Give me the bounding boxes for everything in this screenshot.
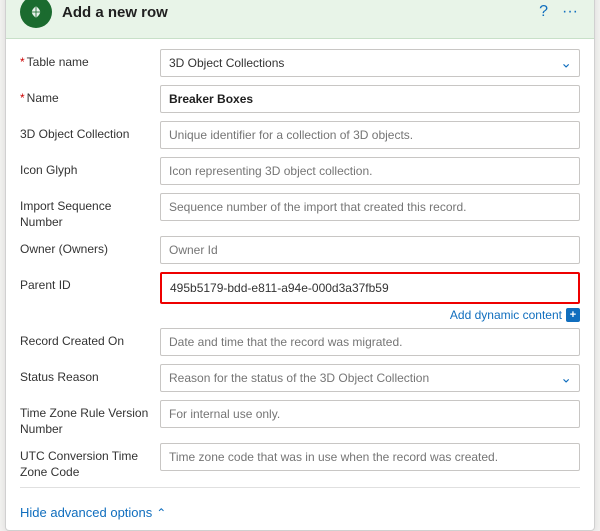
- name-row: Name: [20, 85, 580, 115]
- add-dynamic-row: Add dynamic content +: [20, 308, 580, 322]
- add-dynamic-button[interactable]: Add dynamic content +: [450, 308, 580, 322]
- icon-glyph-input[interactable]: [160, 157, 580, 185]
- tz-rule-row: Time Zone Rule Version Number: [20, 400, 580, 437]
- utc-label: UTC Conversion Time Zone Code: [20, 443, 160, 480]
- add-dynamic-label: Add dynamic content: [450, 308, 562, 322]
- record-created-control: [160, 328, 580, 356]
- status-reason-row: Status Reason ⌄: [20, 364, 580, 394]
- table-name-row: Table name ⌄: [20, 49, 580, 79]
- panel-header: Add a new row ? ···: [6, 0, 594, 39]
- status-reason-select-wrap: ⌄: [160, 364, 580, 392]
- import-seq-label: Import Sequence Number: [20, 193, 160, 230]
- icon-glyph-control: [160, 157, 580, 185]
- table-name-label: Table name: [20, 49, 160, 71]
- utc-control: [160, 443, 580, 471]
- record-created-input[interactable]: [160, 328, 580, 356]
- name-input[interactable]: [160, 85, 580, 113]
- divider: [20, 487, 580, 488]
- utc-row: UTC Conversion Time Zone Code: [20, 443, 580, 480]
- status-reason-input[interactable]: [160, 364, 580, 392]
- owner-control: [160, 236, 580, 264]
- icon-glyph-label: Icon Glyph: [20, 157, 160, 179]
- help-button[interactable]: ?: [537, 1, 550, 23]
- owner-label: Owner (Owners): [20, 236, 160, 258]
- collection-input[interactable]: [160, 121, 580, 149]
- name-label: Name: [20, 85, 160, 107]
- status-reason-label: Status Reason: [20, 364, 160, 386]
- table-name-select-wrap: ⌄: [160, 49, 580, 77]
- add-row-panel: Add a new row ? ··· Table name ⌄ Name: [5, 0, 595, 531]
- chevron-up-icon: ⌃: [156, 506, 166, 520]
- tz-rule-label: Time Zone Rule Version Number: [20, 400, 160, 437]
- utc-input[interactable]: [160, 443, 580, 471]
- collection-row: 3D Object Collection: [20, 121, 580, 151]
- panel-body: Table name ⌄ Name 3D Object Collection: [6, 39, 594, 499]
- import-seq-control: [160, 193, 580, 221]
- add-dynamic-icon: +: [566, 308, 580, 322]
- tz-rule-input[interactable]: [160, 400, 580, 428]
- hide-advanced-label: Hide advanced options: [20, 505, 152, 520]
- tz-rule-control: [160, 400, 580, 428]
- import-seq-row: Import Sequence Number: [20, 193, 580, 230]
- record-created-label: Record Created On: [20, 328, 160, 350]
- collection-label: 3D Object Collection: [20, 121, 160, 143]
- collection-control: [160, 121, 580, 149]
- parent-id-control: [160, 272, 580, 304]
- icon-glyph-row: Icon Glyph: [20, 157, 580, 187]
- more-options-button[interactable]: ···: [560, 1, 580, 23]
- owner-row: Owner (Owners): [20, 236, 580, 266]
- header-icons: ? ···: [537, 1, 580, 23]
- import-seq-input[interactable]: [160, 193, 580, 221]
- parent-id-row: Parent ID: [20, 272, 580, 304]
- name-control: [160, 85, 580, 113]
- app-logo: [20, 0, 52, 28]
- panel-title: Add a new row: [62, 4, 537, 21]
- table-name-input[interactable]: [160, 49, 580, 77]
- status-reason-control: ⌄: [160, 364, 580, 392]
- owner-input[interactable]: [160, 236, 580, 264]
- parent-id-label: Parent ID: [20, 272, 160, 294]
- parent-id-input[interactable]: [162, 274, 578, 302]
- hide-advanced-button[interactable]: Hide advanced options ⌃: [6, 499, 180, 530]
- parent-id-highlight: [160, 272, 580, 304]
- table-name-control: ⌄: [160, 49, 580, 77]
- record-created-row: Record Created On: [20, 328, 580, 358]
